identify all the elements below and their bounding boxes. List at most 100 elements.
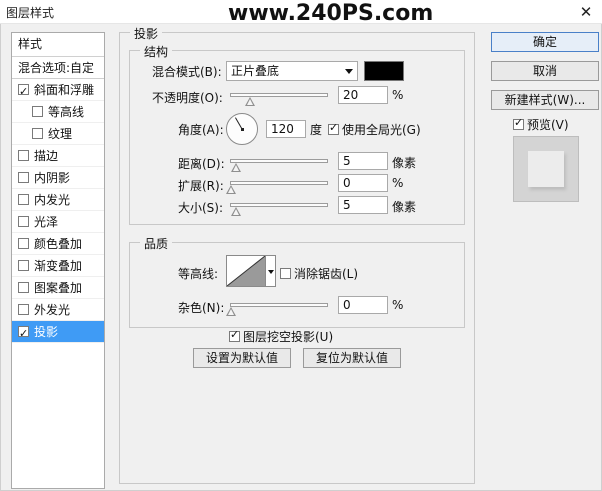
- blend-mode-select[interactable]: 正片叠底: [226, 61, 358, 81]
- noise-input[interactable]: 0: [338, 296, 388, 314]
- style-checkbox-icon[interactable]: [18, 238, 29, 249]
- styles-header[interactable]: 样式: [12, 33, 104, 57]
- drop-shadow-title: 投影: [130, 25, 163, 42]
- make-default-button[interactable]: 设置为默认值: [193, 348, 291, 368]
- spread-slider[interactable]: [230, 181, 328, 185]
- style-item-label: 内发光: [34, 193, 71, 207]
- spread-label: 扩展(R):: [178, 179, 224, 193]
- opacity-slider-thumb[interactable]: [244, 97, 255, 106]
- angle-dial[interactable]: [226, 113, 258, 145]
- style-item[interactable]: 纹理: [12, 123, 104, 145]
- shadow-color-swatch[interactable]: [364, 61, 404, 81]
- style-item-label: 投影: [34, 325, 59, 339]
- style-item-label: 图案叠加: [34, 281, 83, 295]
- angle-dial-center: [241, 128, 244, 131]
- opacity-input[interactable]: 20: [338, 86, 388, 104]
- contour-picker[interactable]: [226, 255, 266, 287]
- knockout-label: 图层挖空投影(U): [243, 330, 334, 344]
- anti-alias-label: 消除锯齿(L): [294, 267, 359, 281]
- blend-mode-label: 混合模式(B):: [152, 65, 222, 79]
- preview-label: 预览(V): [527, 118, 569, 132]
- reset-default-button[interactable]: 复位为默认值: [303, 348, 401, 368]
- distance-unit: 像素: [392, 156, 417, 170]
- style-item[interactable]: 描边: [12, 145, 104, 167]
- style-item-label: 纹理: [48, 127, 73, 141]
- quality-title: 品质: [140, 235, 173, 252]
- style-checkbox-icon[interactable]: [18, 172, 29, 183]
- spread-input[interactable]: 0: [338, 174, 388, 192]
- preview-checkbox[interactable]: 预览(V): [513, 116, 569, 133]
- style-checkbox-icon[interactable]: [18, 323, 29, 345]
- noise-slider-thumb[interactable]: [226, 307, 236, 316]
- contour-label: 等高线:: [178, 267, 219, 281]
- style-checkbox-icon[interactable]: [18, 81, 29, 103]
- style-item-label: 描边: [34, 149, 59, 163]
- watermark: www.240PS.com: [228, 1, 434, 26]
- knockout-check-icon: [229, 328, 240, 342]
- spread-unit: %: [392, 176, 404, 190]
- layer-style-dialog: 样式 混合选项:自定 斜面和浮雕等高线纹理描边内阴影内发光光泽颜色叠加渐变叠加图…: [0, 24, 602, 491]
- size-slider[interactable]: [230, 203, 328, 207]
- noise-label: 杂色(N):: [178, 301, 225, 315]
- distance-slider-thumb[interactable]: [231, 163, 241, 172]
- size-input[interactable]: 5: [338, 196, 388, 214]
- opacity-label: 不透明度(O):: [152, 91, 223, 105]
- noise-slider[interactable]: [230, 303, 328, 307]
- ok-button[interactable]: 确定: [491, 32, 599, 52]
- preview-thumbnail: [513, 136, 579, 202]
- title-bar: 图层样式 www.240PS.com ✕: [0, 0, 602, 26]
- spread-slider-thumb[interactable]: [226, 185, 236, 194]
- structure-title: 结构: [140, 43, 173, 60]
- style-item-label: 内阴影: [34, 171, 71, 185]
- distance-slider[interactable]: [230, 159, 328, 163]
- style-item[interactable]: 等高线: [12, 101, 104, 123]
- global-light-check-icon: [328, 121, 339, 135]
- structure-group: 结构 混合模式(B): 正片叠底 不透明度(O): 20 % 角度(A): 12…: [129, 43, 465, 225]
- distance-input[interactable]: 5: [338, 152, 388, 170]
- style-checkbox-icon[interactable]: [18, 150, 29, 161]
- style-item-label: 光泽: [34, 215, 59, 229]
- style-item[interactable]: 渐变叠加: [12, 255, 104, 277]
- style-item[interactable]: 内阴影: [12, 167, 104, 189]
- global-light-checkbox[interactable]: 使用全局光(G): [328, 121, 421, 138]
- new-style-button[interactable]: 新建样式(W)...: [491, 90, 599, 110]
- style-item-label: 等高线: [48, 105, 85, 119]
- style-item-label: 颜色叠加: [34, 237, 83, 251]
- global-light-label: 使用全局光(G): [342, 123, 421, 137]
- distance-label: 距离(D):: [178, 157, 225, 171]
- close-icon[interactable]: ✕: [576, 3, 596, 21]
- blend-mode-value: 正片叠底: [231, 64, 280, 78]
- style-item[interactable]: 光泽: [12, 211, 104, 233]
- drop-shadow-panel: 投影 结构 混合模式(B): 正片叠底 不透明度(O): 20 % 角度(A):…: [119, 25, 475, 484]
- style-checkbox-icon[interactable]: [18, 216, 29, 227]
- style-item[interactable]: 外发光: [12, 299, 104, 321]
- style-item[interactable]: 内发光: [12, 189, 104, 211]
- opacity-unit: %: [392, 88, 404, 102]
- angle-input[interactable]: 120: [266, 120, 306, 138]
- style-item[interactable]: 斜面和浮雕: [12, 79, 104, 103]
- style-checkbox-icon[interactable]: [18, 260, 29, 271]
- blend-options-item[interactable]: 混合选项:自定: [12, 57, 104, 79]
- size-label: 大小(S):: [178, 201, 224, 215]
- anti-alias-checkbox[interactable]: 消除锯齿(L): [280, 265, 358, 282]
- chevron-down-icon: [345, 69, 353, 74]
- quality-group: 品质 等高线: 消除锯齿(L) 杂色(N): 0 %: [129, 235, 465, 328]
- style-checkbox-icon[interactable]: [32, 106, 43, 117]
- size-slider-thumb[interactable]: [231, 207, 241, 216]
- style-item-label: 外发光: [34, 303, 71, 317]
- style-checkbox-icon[interactable]: [18, 304, 29, 315]
- style-item[interactable]: 投影: [12, 321, 104, 345]
- knockout-checkbox[interactable]: 图层挖空投影(U): [229, 328, 333, 345]
- angle-unit: 度: [310, 123, 323, 137]
- anti-alias-check-icon: [280, 268, 291, 279]
- cancel-button[interactable]: 取消: [491, 61, 599, 81]
- style-checkbox-icon[interactable]: [32, 128, 43, 139]
- size-unit: 像素: [392, 200, 417, 214]
- contour-dropdown-arrow[interactable]: [266, 255, 276, 287]
- style-item[interactable]: 颜色叠加: [12, 233, 104, 255]
- contour-linear-icon: [227, 256, 265, 286]
- preview-check-icon: [513, 116, 524, 130]
- style-checkbox-icon[interactable]: [18, 282, 29, 293]
- style-item[interactable]: 图案叠加: [12, 277, 104, 299]
- style-checkbox-icon[interactable]: [18, 194, 29, 205]
